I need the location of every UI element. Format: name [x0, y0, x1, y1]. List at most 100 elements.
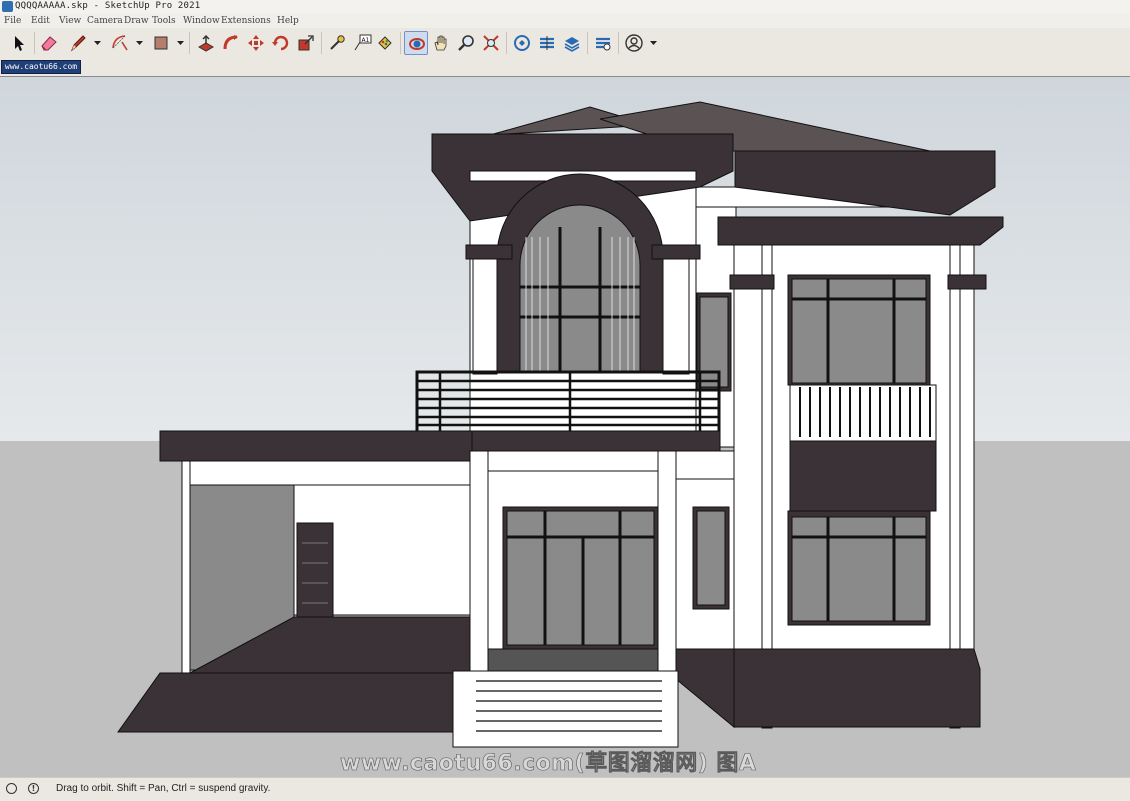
left-column-capital	[465, 244, 513, 260]
toolbar-separator	[189, 32, 190, 54]
extension-warehouse-icon	[540, 36, 554, 50]
entrance-column-right	[657, 450, 677, 680]
status-message: Drag to orbit. Shift = Pan, Ctrl = suspe…	[56, 783, 271, 794]
orbit-tool-button[interactable]	[404, 31, 428, 55]
zoom-extents-tool-button[interactable]	[479, 31, 503, 55]
right-block-base	[733, 648, 981, 728]
zoom-tool-button[interactable]	[454, 31, 478, 55]
toolbar-separator	[34, 32, 35, 54]
rectangle-dropdown-icon[interactable]	[176, 39, 185, 47]
entrance-landing	[487, 648, 659, 672]
paint-bucket-tool-button[interactable]	[373, 31, 397, 55]
entrance-base	[675, 648, 735, 729]
right-lower-window-glass	[791, 516, 927, 622]
menu-extensions[interactable]: Extensions	[221, 16, 271, 26]
left-column	[472, 258, 498, 375]
scale-tool-button[interactable]	[294, 31, 318, 55]
3d-warehouse-button[interactable]	[510, 31, 534, 55]
push-pull-icon	[197, 34, 215, 52]
garage-post	[181, 460, 191, 674]
line-dropdown-icon[interactable]	[93, 39, 102, 47]
menu-edit[interactable]: Edit	[31, 16, 50, 26]
menu-view[interactable]: View	[59, 16, 81, 26]
arc-icon	[112, 35, 128, 51]
svg-text:A1: A1	[362, 37, 370, 44]
toolbar-separator	[321, 32, 322, 54]
main-toolbar: A1	[0, 28, 1130, 60]
rectangle-tool-button[interactable]	[149, 31, 173, 55]
toolbar-separator	[400, 32, 401, 54]
zoom-extents-icon	[483, 35, 499, 51]
menu-draw[interactable]: Draw	[124, 16, 149, 26]
select-tool-button[interactable]	[7, 31, 31, 55]
entrance-column-left	[469, 450, 489, 680]
arc-tool-button[interactable]	[108, 31, 132, 55]
text-tool-button[interactable]: A1	[350, 31, 374, 55]
extension-manager-button[interactable]	[591, 31, 615, 55]
scene-tab[interactable]: www.caotu66.com	[1, 60, 81, 74]
sketchup-app-icon[interactable]	[2, 1, 13, 12]
title-bar: QQQQAAAAA.skp - SketchUp Pro 2021	[0, 0, 1130, 15]
right-upper-window-glass	[791, 278, 927, 384]
account-button[interactable]	[622, 31, 646, 55]
tape-measure-icon	[330, 35, 345, 50]
entrance-door-glass	[506, 510, 655, 646]
entrance-steps-block	[452, 670, 679, 748]
status-bar: ! Drag to orbit. Shift = Pan, Ctrl = sus…	[0, 777, 1130, 801]
geo-location-icon[interactable]	[6, 783, 17, 794]
garage-canopy	[159, 430, 473, 462]
push-pull-tool-button[interactable]	[194, 31, 218, 55]
eraser-tool-button[interactable]	[37, 31, 61, 55]
watermark-text: www.caotu66.com(草图溜溜网) 图A	[340, 751, 757, 777]
extension-warehouse-button[interactable]	[535, 31, 559, 55]
eraser-icon	[41, 36, 57, 51]
select-arrow-icon	[15, 36, 24, 51]
rotate-tool-button[interactable]	[269, 31, 293, 55]
text-label-icon: A1	[354, 34, 372, 51]
arc-dropdown-icon[interactable]	[135, 39, 144, 47]
right-floor-band	[789, 440, 937, 512]
rotate-icon	[272, 35, 289, 51]
model-viewport[interactable]: www.caotu66.com(草图溜溜网) 图A	[0, 76, 1130, 777]
window-title: QQQQAAAAA.skp - SketchUp Pro 2021	[15, 1, 201, 11]
entrance-side-window-glass	[696, 510, 726, 606]
menu-window[interactable]: Window	[183, 16, 220, 26]
right-column-capital	[651, 244, 701, 260]
scale-icon	[298, 35, 314, 51]
house-model	[117, 101, 1004, 748]
user-account-icon	[625, 34, 643, 52]
info-icon[interactable]: !	[28, 783, 39, 794]
right-capital-right	[947, 274, 987, 290]
zoom-magnifier-icon	[458, 35, 474, 51]
layout-stack-icon	[564, 37, 580, 52]
orbit-icon	[409, 38, 425, 50]
pan-hand-icon	[434, 35, 447, 51]
account-dropdown-icon[interactable]	[649, 39, 658, 47]
extension-manager-icon	[596, 37, 611, 51]
toolbar-separator	[587, 32, 588, 54]
move-tool-button[interactable]	[244, 31, 268, 55]
move-arrows-icon	[248, 35, 264, 51]
3d-warehouse-icon	[514, 35, 530, 51]
menu-bar: File Edit View Camera Draw Tools Window …	[0, 14, 1130, 28]
layout-button[interactable]	[560, 31, 584, 55]
follow-me-icon	[223, 35, 238, 50]
pan-tool-button[interactable]	[429, 31, 453, 55]
menu-help[interactable]: Help	[277, 16, 299, 26]
menu-file[interactable]: File	[4, 16, 21, 26]
menu-camera[interactable]: Camera	[87, 16, 123, 26]
right-capital-left	[729, 274, 775, 290]
right-block-eave	[717, 216, 1004, 246]
tape-measure-tool-button[interactable]	[325, 31, 349, 55]
pencil-icon	[70, 35, 86, 52]
right-balcony-railing	[789, 384, 937, 442]
toolbar-separator	[618, 32, 619, 54]
garage-fascia	[181, 460, 473, 486]
toolbar-separator	[506, 32, 507, 54]
menu-tools[interactable]: Tools	[152, 16, 176, 26]
paint-bucket-icon	[378, 36, 392, 50]
line-tool-button[interactable]	[66, 31, 90, 55]
right-column	[662, 258, 690, 375]
follow-me-tool-button[interactable]	[219, 31, 243, 55]
scene-tabs-bar: www.caotu66.com	[0, 59, 1130, 76]
